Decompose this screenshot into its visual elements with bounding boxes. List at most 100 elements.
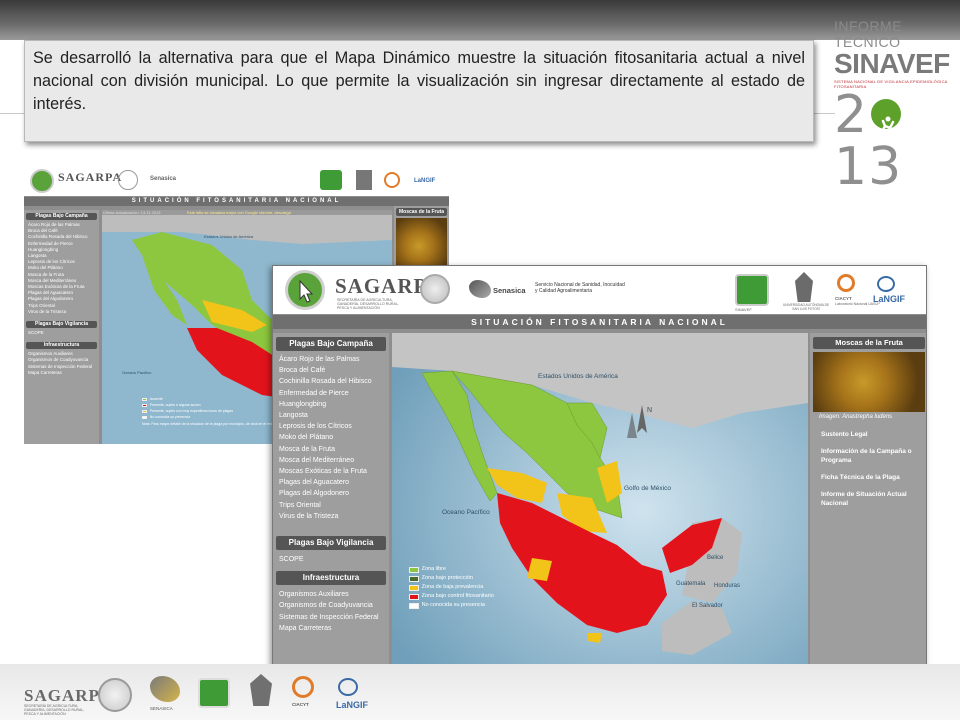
- back-legend-label: No conocida su presencia: [149, 415, 191, 419]
- front-right-link[interactable]: Sustento Legal: [821, 430, 925, 439]
- front-senasica-icon: [469, 280, 491, 298]
- front-map[interactable]: N Estados Unidos de América Golfo de Méx…: [392, 333, 808, 686]
- footer-senasica-label: SENASICA: [150, 706, 173, 711]
- back-banner: SITUACIÓN FITOSANITARIA NACIONAL: [24, 197, 449, 206]
- front-legend-label: Zona bajo control fitosanitario: [421, 593, 494, 599]
- front-legend-swatch: [409, 566, 419, 573]
- front-legend-swatch: [409, 575, 419, 582]
- front-legend-swatch: [409, 584, 419, 591]
- front-campaign-item[interactable]: Plagas del Algodonero: [276, 488, 386, 499]
- back-header: SAGARPA Senasica LaNGIF: [24, 166, 449, 196]
- front-section-infra: Infraestructura: [276, 571, 386, 586]
- front-label-usa: Estados Unidos de América: [538, 373, 618, 380]
- front-banner: SITUACIÓN FITOSANITARIA NACIONAL: [273, 315, 926, 329]
- front-right-title: Moscas de la Fruta: [813, 337, 925, 349]
- front-infra-item[interactable]: Sistemas de Inspección Federal: [276, 612, 386, 623]
- front-legend-row: Zona bajo protección: [409, 574, 494, 583]
- front-mexico-seal-icon: [420, 274, 450, 304]
- description-callout: Se desarrolló la alternativa para que el…: [24, 40, 814, 142]
- back-campaign-item[interactable]: Virus de la Tristeza: [26, 309, 97, 315]
- back-right-title: Moscas de la Fruta: [396, 208, 447, 216]
- informe-tecnico-brand: INFORME TECNICO SINAVEF SISTEMA NACIONAL…: [834, 18, 960, 193]
- front-campaign-item[interactable]: Virus de la Tristeza: [276, 511, 386, 522]
- brand-year: 213: [834, 89, 960, 193]
- footer-langif-icon: [338, 678, 358, 696]
- front-campaign-item[interactable]: Huanglongbing: [276, 399, 386, 410]
- front-campaign-item[interactable]: Moko del Plátano: [276, 432, 386, 443]
- back-label-usa: Estados Unidos de América: [204, 234, 254, 239]
- front-campaign-item[interactable]: Trips Oriental: [276, 500, 386, 511]
- back-note: Nota: Para mayor detalle de la situación…: [142, 422, 279, 426]
- front-sagarpa-sub: SECRETARÍA DE AGRICULTURA, GANADERÍA, DE…: [337, 298, 399, 310]
- back-legend-swatch: [142, 397, 147, 401]
- front-label-gulf: Golfo de México: [624, 485, 671, 492]
- front-legend-row: Zona bajo control fitosanitario: [409, 592, 494, 601]
- front-legend-label: Zona libre: [421, 566, 447, 572]
- back-surveillance-item[interactable]: SCOPE: [26, 330, 97, 336]
- back-infra-list: Organismos Auxiliares Organismos de Coady…: [26, 351, 97, 376]
- front-fruitfly-photo: [813, 352, 925, 412]
- back-legend-swatch: [142, 415, 147, 419]
- front-surveillance-item[interactable]: SCOPE: [276, 554, 386, 565]
- front-right-links: Sustento Legal Información de la Campaña …: [813, 430, 925, 508]
- front-legend-row: Zona libre: [409, 565, 494, 574]
- front-uaslp-icon: [795, 272, 813, 302]
- front-uaslp-label: UNIVERSIDAD AUTÓNOMA DE SAN LUIS POTOSÍ: [782, 303, 830, 311]
- front-campaign-item[interactable]: Mosca del Mediterráneo: [276, 455, 386, 466]
- front-right-link[interactable]: Información de la Campaña o Programa: [821, 447, 925, 465]
- back-label-pacific: Oceano Pacífico: [122, 370, 152, 375]
- front-infra-item[interactable]: Mapa Carreteras: [276, 623, 386, 634]
- front-legend-row: Zona de baja prevalencia: [409, 583, 494, 592]
- back-langif: LaNGIF: [414, 178, 436, 184]
- front-infra-item[interactable]: Organismos Auxiliares: [276, 589, 386, 600]
- footer-sagarpa-sub: SECRETARÍA DE AGRICULTURA, GANADERÍA, DE…: [24, 704, 85, 716]
- front-langif-icon: [877, 276, 895, 292]
- description-text: Se desarrolló la alternativa para que el…: [33, 49, 805, 113]
- front-campaign-item[interactable]: Ácaro Rojo de las Palmas: [276, 354, 386, 365]
- back-section-surveillance: Plagas Bajo Vigilancia: [26, 321, 97, 329]
- front-right-link[interactable]: Ficha Técnica de la Plaga: [821, 473, 925, 482]
- back-sidebar: Plagas Bajo Campaña Ácaro Rojo de las Pa…: [24, 210, 99, 444]
- front-right-link[interactable]: Informe de Situación Actual Nacional: [821, 490, 925, 508]
- front-campaign-item[interactable]: Langosta: [276, 410, 386, 421]
- front-label-pacific: Oceano Pacífico: [442, 509, 490, 516]
- front-label-guatemala: Guatemala: [676, 581, 706, 587]
- front-campaign-item[interactable]: Moscas Exóticas de la Fruta: [276, 466, 386, 477]
- front-campaign-item[interactable]: Mosca de la Fruta: [276, 444, 386, 455]
- brand-year-suffix: 13: [834, 137, 903, 197]
- back-senasica: Senasica: [150, 176, 177, 182]
- front-legend-label: No conocida su presencia: [421, 602, 485, 608]
- front-section-campaign: Plagas Bajo Campaña: [276, 337, 386, 351]
- front-label-belize: Belice: [707, 555, 724, 561]
- front-campaign-item[interactable]: Broca del Café: [276, 365, 386, 376]
- runner-logo-icon: [871, 99, 901, 136]
- brand-sinavef: SINAVEF: [834, 48, 950, 79]
- slide: INFORME TECNICO SINAVEF SISTEMA NACIONAL…: [0, 0, 960, 720]
- front-campaign-item[interactable]: Cochinilla Rosada del Hibisco: [276, 376, 386, 387]
- front-rightbar: Moscas de la Fruta Imagen: Anastrepha lu…: [810, 333, 926, 686]
- front-campaign-item[interactable]: Leprosis de los Cítricos: [276, 421, 386, 432]
- front-infra-item[interactable]: Organismos de Coadyuvancia: [276, 600, 386, 611]
- front-image-caption: Imagen: Anastrepha ludens: [819, 414, 893, 420]
- footer-ciacyt-label: CIACYT: [292, 702, 309, 707]
- back-section-infra: Infraestructura: [26, 342, 97, 350]
- front-campaign-item[interactable]: Plagas del Aguacatero: [276, 477, 386, 488]
- back-legend-swatch: [142, 403, 147, 407]
- back-infra-item[interactable]: Sistemas de Inspección Federal: [26, 364, 97, 370]
- top-gradient-bar: [0, 0, 960, 40]
- back-infra-item[interactable]: Organismos de Coadyuvancia: [26, 357, 97, 363]
- footer-ciacyt-icon: [292, 676, 314, 698]
- back-campaign-item[interactable]: Cochinilla Rosada del Hibisco: [26, 234, 97, 240]
- back-infra-item[interactable]: Mapa Carreteras: [26, 370, 97, 376]
- front-label-honduras: Honduras: [714, 583, 741, 589]
- screenshot-national-view: SAGARPA SECRETARÍA DE AGRICULTURA, GANAD…: [272, 265, 927, 687]
- front-campaign-item[interactable]: Enfermedad de Pierce: [276, 388, 386, 399]
- front-legend: Zona libre Zona bajo protección Zona de ba…: [409, 565, 494, 610]
- front-legend-row: No conocida su presencia: [409, 601, 494, 610]
- front-sinavef-label: SINAVEF: [735, 307, 752, 312]
- front-legend-label: Zona bajo protección: [421, 575, 473, 581]
- back-legend-row: No conocida su presencia: [142, 414, 233, 420]
- footer-logos: SAGARPA SECRETARÍA DE AGRICULTURA, GANAD…: [0, 664, 960, 720]
- footer-mexico-seal-icon: [98, 678, 132, 712]
- front-infra-list: Organismos Auxiliares Organismos de Coady…: [276, 589, 386, 634]
